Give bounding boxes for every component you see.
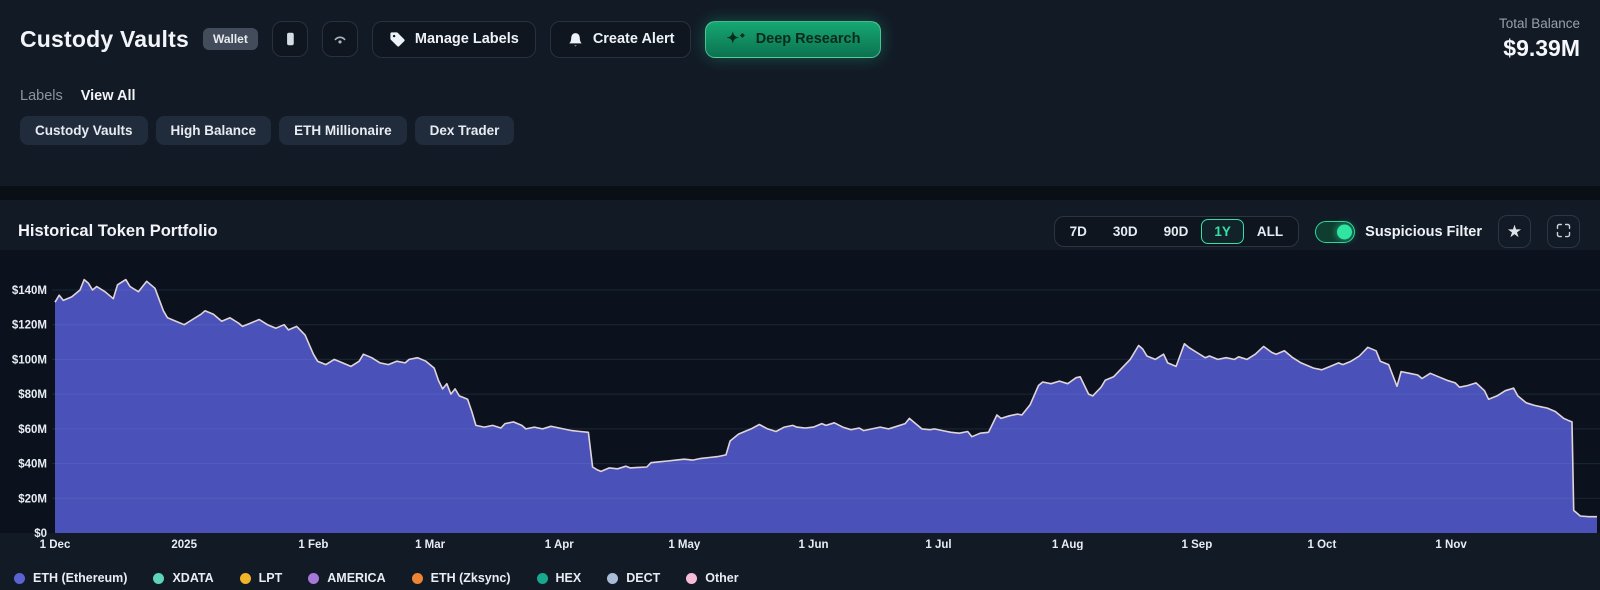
- wallet-header-panel: Custody Vaults Wallet: [0, 0, 1600, 186]
- chart-header: Historical Token Portfolio 7D30D90D1YALL…: [0, 200, 1600, 248]
- y-axis-tick-label: $120M: [12, 320, 47, 332]
- sparkles-icon: ✦: [726, 31, 744, 46]
- label-chip-high-balance[interactable]: High Balance: [156, 116, 272, 145]
- legend-item-america[interactable]: AMERICA: [308, 571, 385, 585]
- legend-dot: [153, 573, 164, 584]
- labels-title: Labels: [20, 88, 63, 104]
- page: Custody Vaults Wallet: [0, 0, 1600, 590]
- deep-research-label: Deep Research: [756, 31, 861, 47]
- deep-research-button[interactable]: ✦ Deep Research: [705, 21, 881, 58]
- total-balance-label: Total Balance: [1499, 16, 1580, 31]
- radar-icon: [330, 29, 350, 49]
- total-balance: Total Balance $9.39M: [1499, 16, 1580, 62]
- phone-icon: [280, 29, 300, 49]
- legend-dot: [607, 573, 618, 584]
- x-axis-tick-label: 1 May: [668, 539, 701, 550]
- y-axis-tick-label: $80M: [18, 389, 47, 401]
- create-alert-label: Create Alert: [593, 31, 675, 47]
- x-axis-tick-label: 1 Feb: [298, 539, 328, 550]
- y-axis-tick-label: $140M: [12, 285, 47, 297]
- range-button-7d[interactable]: 7D: [1057, 219, 1100, 244]
- legend-label: DECT: [626, 571, 660, 585]
- legend-item-eth-zksync[interactable]: ETH (Zksync): [412, 571, 511, 585]
- x-axis-tick-label: 1 Aug: [1052, 539, 1084, 550]
- x-axis-tick-label: 1 Apr: [545, 539, 574, 550]
- star-icon: ★: [1507, 223, 1522, 240]
- manage-labels-label: Manage Labels: [415, 31, 519, 47]
- x-axis-tick-label: 1 Nov: [1435, 539, 1467, 550]
- y-axis-tick-label: $20M: [18, 493, 47, 505]
- toggle-knob: [1337, 224, 1352, 239]
- x-axis-tick-label: 1 Oct: [1308, 539, 1337, 550]
- device-button[interactable]: [272, 21, 308, 57]
- x-axis-tick-label: 1 Sep: [1182, 539, 1213, 550]
- suspicious-filter-label: Suspicious Filter: [1365, 224, 1482, 240]
- legend-dot: [308, 573, 319, 584]
- wallet-type-badge: Wallet: [203, 28, 258, 50]
- chart-title: Historical Token Portfolio: [18, 222, 218, 241]
- tag-icon: [389, 31, 406, 48]
- x-axis-tick-label: 1 Dec: [40, 539, 71, 550]
- chart-panel: Historical Token Portfolio 7D30D90D1YALL…: [0, 200, 1600, 590]
- fullscreen-button[interactable]: [1547, 215, 1580, 248]
- label-chip-custody-vaults[interactable]: Custody Vaults: [20, 116, 148, 145]
- legend-item-other[interactable]: Other: [686, 571, 738, 585]
- legend-dot: [686, 573, 697, 584]
- legend-dot: [14, 573, 25, 584]
- legend-label: ETH (Ethereum): [33, 571, 127, 585]
- total-balance-value: $9.39M: [1499, 35, 1580, 62]
- chart-controls: 7D30D90D1YALL Suspicious Filter ★: [1054, 215, 1580, 248]
- bell-icon: [567, 31, 584, 48]
- page-title: Custody Vaults: [20, 26, 189, 53]
- x-axis-tick-label: 1 Jul: [925, 539, 951, 550]
- legend-label: HEX: [556, 571, 582, 585]
- legend-label: Other: [705, 571, 738, 585]
- suspicious-filter: Suspicious Filter: [1315, 221, 1482, 243]
- legend-label: AMERICA: [327, 571, 385, 585]
- range-button-90d[interactable]: 90D: [1151, 219, 1202, 244]
- header-row: Custody Vaults Wallet: [20, 16, 1580, 62]
- chart-legend: ETH (Ethereum) XDATA LPT AMERICA ETH (Zksync…: [14, 571, 739, 585]
- create-alert-button[interactable]: Create Alert: [550, 21, 692, 58]
- legend-label: XDATA: [172, 571, 213, 585]
- label-chip-dex-trader[interactable]: Dex Trader: [415, 116, 515, 145]
- legend-item-lpt[interactable]: LPT: [240, 571, 283, 585]
- view-all-link[interactable]: View All: [81, 88, 136, 104]
- legend-item-xdata[interactable]: XDATA: [153, 571, 213, 585]
- expand-icon: [1555, 222, 1572, 242]
- label-chips: Custody Vaults High BalanceETH Millionair…: [20, 116, 1580, 145]
- legend-dot: [537, 573, 548, 584]
- legend-label: ETH (Zksync): [431, 571, 511, 585]
- legend-item-dect[interactable]: DECT: [607, 571, 660, 585]
- x-axis-tick-label: 2025: [171, 539, 197, 550]
- suspicious-filter-toggle[interactable]: [1315, 221, 1355, 243]
- label-chip-eth-millionaire[interactable]: ETH Millionaire: [279, 116, 407, 145]
- portfolio-area-chart[interactable]: $140M$120M$100M$80M$60M$40M$20M$01 Dec20…: [0, 250, 1600, 550]
- x-axis-tick-label: 1 Jun: [798, 539, 828, 550]
- legend-dot: [240, 573, 251, 584]
- manage-labels-button[interactable]: Manage Labels: [372, 21, 536, 58]
- range-button-1y[interactable]: 1Y: [1201, 219, 1244, 244]
- y-axis-tick-label: $60M: [18, 424, 47, 436]
- legend-item-hex[interactable]: HEX: [537, 571, 582, 585]
- y-axis-tick-label: $40M: [18, 459, 47, 471]
- range-button-30d[interactable]: 30D: [1100, 219, 1151, 244]
- time-range-group: 7D30D90D1YALL: [1054, 216, 1300, 247]
- legend-label: LPT: [259, 571, 283, 585]
- legend-item-eth-ethereum[interactable]: ETH (Ethereum): [14, 571, 127, 585]
- legend-dot: [412, 573, 423, 584]
- watch-wallet-button[interactable]: [322, 21, 358, 57]
- y-axis-tick-label: $100M: [12, 354, 47, 366]
- range-button-all[interactable]: ALL: [1244, 219, 1296, 244]
- favorite-button[interactable]: ★: [1498, 215, 1531, 248]
- labels-row: Labels View All: [20, 88, 1580, 104]
- x-axis-tick-label: 1 Mar: [415, 539, 446, 550]
